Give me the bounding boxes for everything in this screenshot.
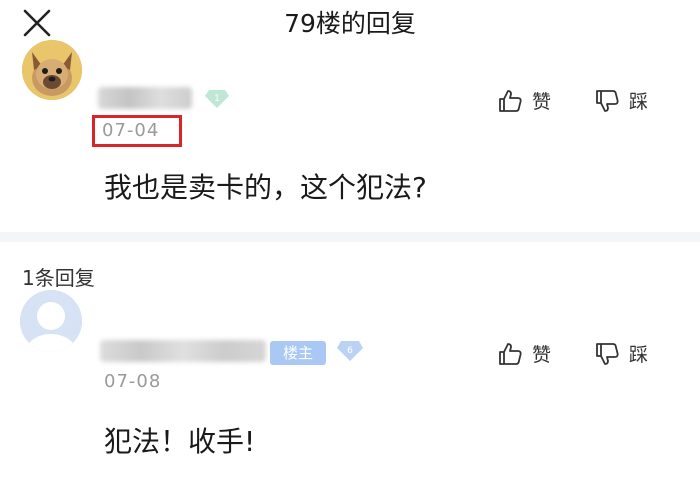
reply-username-redacted (100, 340, 266, 362)
comment-text: 我也是卖卡的，这个犯法? (104, 171, 427, 204)
default-avatar-icon (20, 290, 82, 352)
like-button[interactable]: 赞 (497, 87, 551, 114)
svg-text:6: 6 (347, 346, 353, 356)
reply-dislike-button[interactable]: 踩 (594, 340, 648, 367)
header-bar: 79楼的回复 (0, 0, 700, 46)
reply-avatar[interactable] (20, 290, 82, 352)
level-gem-icon: 1 (205, 90, 229, 108)
reply-like-button[interactable]: 赞 (497, 340, 551, 367)
date-highlight-box (92, 115, 182, 147)
level-gem-icon: 6 (337, 341, 363, 361)
dog-avatar-icon (22, 40, 82, 100)
username-redacted (98, 87, 192, 109)
reply-date: 07-08 (104, 371, 162, 392)
dislike-label: 踩 (629, 344, 649, 366)
svg-text:1: 1 (214, 94, 220, 104)
reply-text: 犯法！收手! (104, 425, 256, 458)
reply-count: 1条回复 (22, 266, 95, 290)
dislike-button[interactable]: 踩 (594, 87, 648, 114)
page-title: 79楼的回复 (284, 9, 416, 38)
thumbs-down-icon (596, 89, 619, 112)
dislike-label: 踩 (629, 91, 649, 113)
section-divider (0, 232, 700, 242)
thumbs-down-icon (596, 342, 619, 365)
avatar[interactable] (22, 40, 82, 100)
thumbs-up-icon (499, 342, 522, 365)
thumbs-up-icon (499, 89, 522, 112)
like-label: 赞 (532, 91, 552, 113)
op-badge: 楼主 (270, 341, 326, 365)
like-label: 赞 (532, 344, 552, 366)
